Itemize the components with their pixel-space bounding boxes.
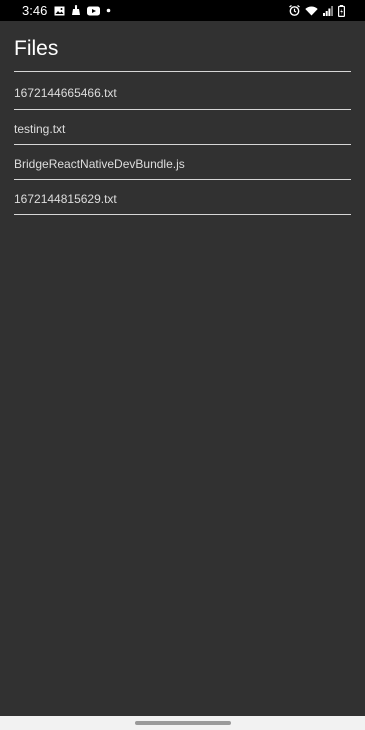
notification-dot-icon bbox=[106, 8, 111, 13]
files-screen: Files 1672144665466.txt testing.txt Brid… bbox=[14, 21, 351, 215]
file-name: 1672144815629.txt bbox=[14, 192, 117, 206]
status-time: 3:46 bbox=[22, 3, 48, 18]
status-right-icons bbox=[289, 3, 345, 18]
signal-icon bbox=[323, 5, 333, 16]
file-list-item[interactable]: 1672144665466.txt bbox=[14, 72, 351, 110]
battery-icon bbox=[338, 4, 345, 17]
file-name: 1672144665466.txt bbox=[14, 86, 117, 100]
file-name: BridgeReactNativeDevBundle.js bbox=[14, 157, 185, 171]
status-bar: 3:46 bbox=[0, 0, 365, 21]
file-list-item[interactable]: 1672144815629.txt bbox=[14, 180, 351, 215]
clipboard-icon bbox=[71, 5, 81, 16]
file-list: 1672144665466.txt testing.txt BridgeReac… bbox=[14, 72, 351, 215]
page-title: Files bbox=[14, 37, 59, 60]
navigation-bar bbox=[0, 716, 365, 730]
status-left-icons bbox=[54, 3, 111, 18]
file-list-item[interactable]: BridgeReactNativeDevBundle.js bbox=[14, 145, 351, 180]
file-list-item[interactable]: testing.txt bbox=[14, 110, 351, 145]
youtube-icon bbox=[87, 6, 100, 16]
home-gesture-handle[interactable] bbox=[135, 721, 231, 725]
wifi-icon bbox=[305, 6, 318, 16]
alarm-icon bbox=[289, 5, 300, 16]
file-name: testing.txt bbox=[14, 122, 66, 136]
gallery-icon bbox=[54, 6, 65, 16]
